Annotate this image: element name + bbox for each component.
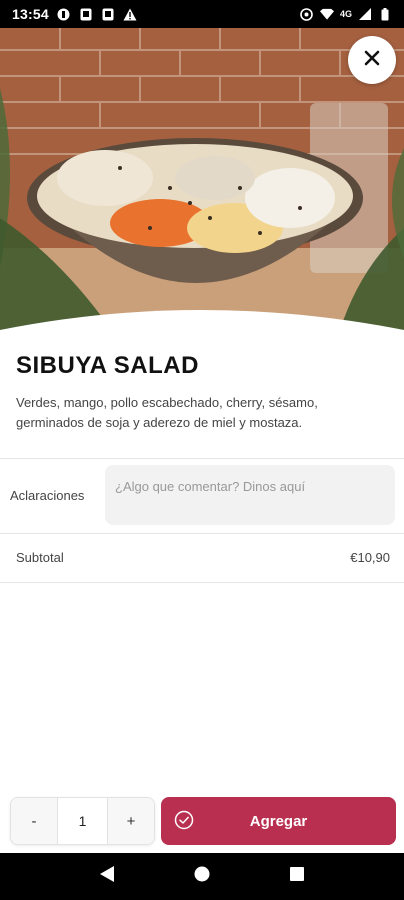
notes-input[interactable] bbox=[105, 465, 395, 525]
nav-home-button[interactable] bbox=[192, 866, 212, 887]
recents-square-icon bbox=[289, 867, 304, 886]
network-type: 4G bbox=[339, 9, 352, 19]
message-notification-icon bbox=[79, 7, 93, 21]
product-image bbox=[0, 28, 404, 330]
nav-recents-button[interactable] bbox=[287, 867, 307, 887]
wifi-icon bbox=[319, 7, 334, 21]
app-notification-icon bbox=[57, 7, 71, 21]
add-button-label: Agregar bbox=[249, 812, 308, 830]
notes-label: Aclaraciones bbox=[10, 488, 85, 503]
quantity-stepper: - 1 + bbox=[10, 797, 155, 845]
divider bbox=[0, 533, 404, 534]
warning-icon bbox=[123, 7, 137, 21]
close-button[interactable] bbox=[348, 36, 396, 84]
system-nav-bar bbox=[0, 853, 404, 900]
home-circle-icon bbox=[194, 866, 210, 887]
message-notification-icon-2 bbox=[101, 7, 115, 21]
subtotal-label: Subtotal bbox=[16, 550, 64, 565]
decrease-quantity-button[interactable]: - bbox=[11, 798, 57, 844]
divider bbox=[0, 458, 404, 459]
signal-icon bbox=[358, 7, 372, 21]
product-title: SIBUYA SALAD bbox=[16, 352, 199, 379]
increase-quantity-button[interactable]: + bbox=[108, 798, 154, 844]
nav-back-button[interactable] bbox=[97, 866, 117, 887]
close-icon bbox=[364, 50, 380, 71]
subtotal-value: €10,90 bbox=[350, 550, 390, 565]
product-description: Verdes, mango, pollo escabechado, cherry… bbox=[16, 395, 318, 430]
data-saver-icon bbox=[300, 7, 314, 21]
divider bbox=[0, 582, 404, 583]
battery-icon bbox=[378, 7, 392, 21]
status-bar: 13:54 4G bbox=[0, 0, 404, 28]
add-to-order-button[interactable]: Agregar bbox=[161, 797, 396, 845]
status-time: 13:54 bbox=[12, 6, 49, 22]
check-circle-icon bbox=[173, 809, 195, 831]
back-triangle-icon bbox=[100, 866, 115, 887]
quantity-value: 1 bbox=[57, 798, 108, 844]
